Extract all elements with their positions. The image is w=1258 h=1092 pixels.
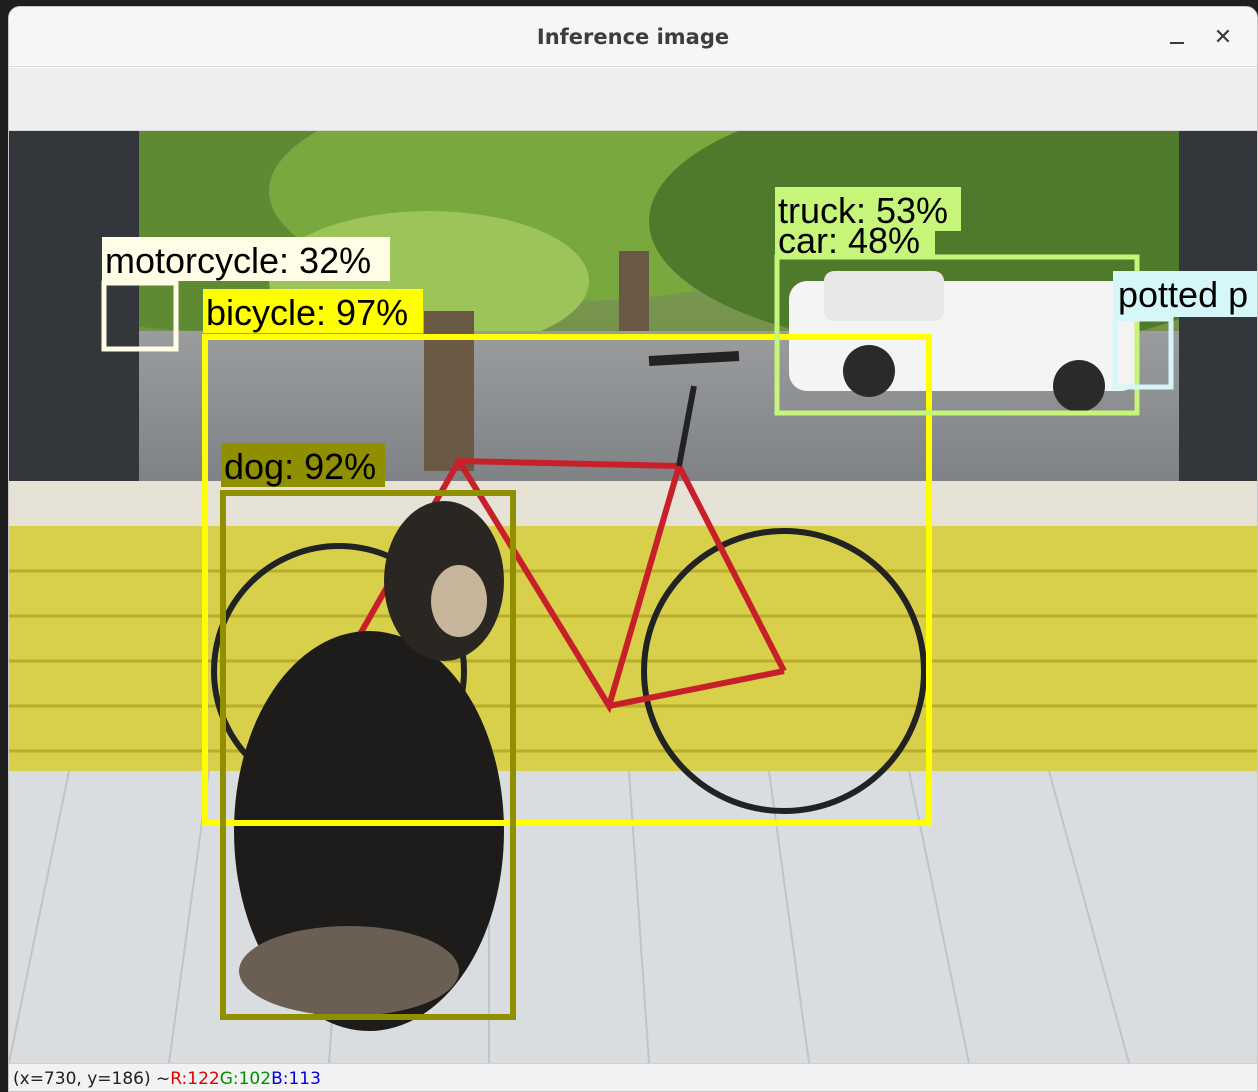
window-title: Inference image <box>536 24 730 49</box>
toolbar <box>9 68 1257 131</box>
detection-label-bicycle: bicycle: 97% <box>206 292 408 333</box>
minimize-icon <box>1170 42 1184 44</box>
minimize-button[interactable] <box>1161 21 1193 53</box>
truck-shape <box>789 271 1139 412</box>
status-blue: B:113 <box>271 1068 321 1089</box>
status-bar: (x=730, y=186) ~ R:122 G:102 B:113 <box>9 1063 1257 1091</box>
status-green: G:102 <box>219 1068 272 1089</box>
inference-image: bicycle: 97% dog: 92% truck: 53% car: 48… <box>9 131 1257 1063</box>
status-coords: (x=730, y=186) ~ <box>13 1068 171 1089</box>
detection-label-car: car: 48% <box>778 220 920 261</box>
status-red: R:122 <box>170 1068 220 1089</box>
title-bar[interactable]: Inference image ✕ <box>9 7 1257 67</box>
close-button[interactable]: ✕ <box>1207 21 1239 53</box>
yellow-siding <box>9 526 1257 781</box>
detection-label-potted: potted p <box>1118 274 1248 315</box>
pillar-left <box>9 131 139 531</box>
app-window: Inference image ✕ bicycle: 97% dog: 92% … <box>8 6 1258 1092</box>
detection-label-motorcycle: motorcycle: 32% <box>105 240 371 281</box>
image-canvas[interactable]: bicycle: 97% dog: 92% truck: 53% car: 48… <box>9 131 1257 1063</box>
close-icon: ✕ <box>1213 24 1233 50</box>
porch-floor <box>9 771 1257 1063</box>
railing-top <box>9 481 1257 531</box>
detection-label-dog: dog: 92% <box>224 446 376 487</box>
